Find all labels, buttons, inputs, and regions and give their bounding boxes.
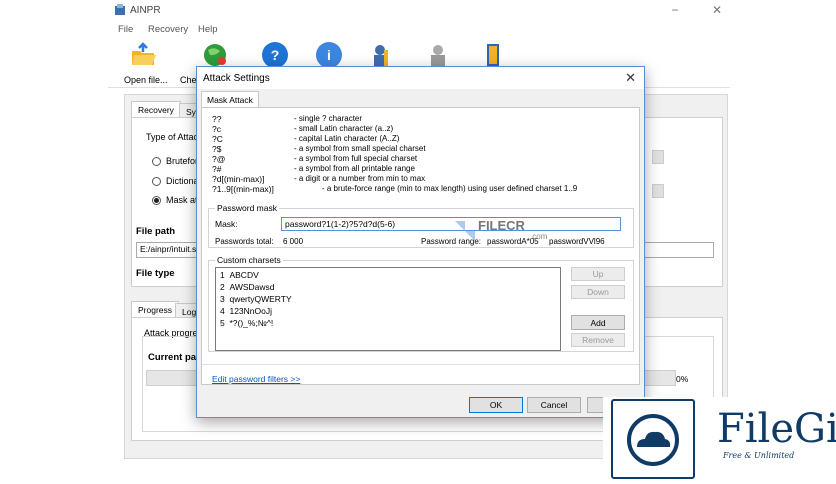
custom-charsets-title: Custom charsets [215,255,283,265]
add-button[interactable]: Add [571,315,625,330]
menu-recovery[interactable]: Recovery [148,24,188,35]
user-gray-icon [431,45,445,66]
charset-value: ABCDV [229,270,259,280]
file-path-label: File path [136,226,176,237]
charset-value: *?()_%;№^! [229,318,274,328]
radio-dot-selected [152,195,161,205]
dialog-title-bar: Attack Settings ✕ [197,67,644,89]
legend-desc: - a symbol from full special charset [294,154,418,163]
custom-charsets-group: Custom charsets 1 ABCDV 2 AWSDawsd 3 qwe… [208,255,634,352]
edit-password-filters-link[interactable]: Edit password filters >> [212,374,300,384]
user-key-icon [374,45,388,66]
list-item[interactable]: 5 *?()_%;№^! [220,318,273,328]
list-item[interactable]: 4 123NnOoJj [220,306,272,316]
side-field-1 [652,150,664,164]
menu-file[interactable]: File [118,24,133,35]
title-bar: AINPR − ✕ [108,0,730,22]
legend-key: ?c [212,124,221,134]
menu-bar: File Recovery Help [108,22,730,38]
charset-num: 5 [220,318,225,328]
info-button[interactable]: i [316,42,342,68]
passwords-total-label: Passwords total: [215,237,274,246]
attack-settings-dialog: Attack Settings ✕ Mask Attack ?? - singl… [196,66,645,418]
progress-percent: 0% [676,374,689,384]
file-path-input[interactable]: E:/ainpr/intuit.sa [136,242,200,258]
globe-icon [204,44,226,66]
legend-desc: - a digit or a number from min to max [294,174,426,183]
remove-button[interactable]: Remove [571,333,625,347]
filegit-logo-frame [611,399,695,479]
legend-key: ?@ [212,154,226,164]
charset-value: 123NnOoJj [229,306,272,316]
legend-desc: - small Latin character (a..z) [294,124,394,133]
cancel-button[interactable]: Cancel [527,397,581,413]
mask-input[interactable]: password?1(1-2)?5?d?d(5-6) [281,217,621,231]
charset-value: qwertyQWERTY [229,294,292,304]
mask-attack-panel: ?? - single ? character ?c - small Latin… [201,107,640,385]
charset-num: 1 [220,270,225,280]
legend-desc: - capital Latin character (A..Z) [294,134,400,143]
filegit-tagline: Free & Unlimited [723,451,795,460]
close-button[interactable]: ✕ [708,3,726,17]
dialog-close-button[interactable]: ✕ [625,70,636,86]
door-icon [487,44,499,66]
ok-button[interactable]: OK [469,397,523,413]
up-button[interactable]: Up [571,267,625,281]
charsets-list[interactable]: 1 ABCDV 2 AWSDawsd 3 qwertyQWERTY 4 123N… [215,267,561,351]
mask-label: Mask: [215,219,238,229]
password-range-to: passwordVVl96 [549,237,605,246]
filegit-brand: FileGit [717,406,836,452]
passwords-total-value: 6 000 [283,237,304,246]
charset-num: 3 [220,294,225,304]
help-button[interactable]: ? [262,42,288,68]
radio-dot [152,156,161,166]
legend-desc: - a brute-force range (min to max length… [322,184,578,193]
legend-key: ?C [212,134,223,144]
filecr-watermark-icon [452,218,478,244]
tab-progress[interactable]: Progress [131,301,180,318]
list-item[interactable]: 3 qwertyQWERTY [220,294,292,304]
file-type-label: File type [136,268,175,279]
legend-key: ?$ [212,144,222,154]
open-folder-icon [132,42,156,65]
filecr-watermark-sub: .com [530,232,548,241]
menu-help[interactable]: Help [198,24,218,35]
tab-mask-attack[interactable]: Mask Attack [201,91,259,108]
charset-num: 2 [220,282,225,292]
filecr-watermark: FILECR [478,218,525,233]
legend-key: ?d[(min-max)] [212,174,265,184]
legend-desc: - single ? character [294,114,363,123]
open-file-label: Open file... [124,75,168,85]
app-title: AINPR [130,5,161,16]
password-mask-title: Password mask [215,203,279,213]
legend-key: ?1..9[(min-max)] [212,184,274,194]
legend-desc: - a symbol from small special charset [294,144,426,153]
list-item[interactable]: 2 AWSDawsd [220,282,275,292]
app-logo-icon [115,4,125,15]
dialog-title: Attack Settings [203,73,270,84]
question-icon: ? [262,42,288,68]
info-icon: i [316,42,342,68]
divider [202,364,639,365]
radio-dot [152,176,161,186]
legend-desc: - a symbol from all printable range [294,164,415,173]
charset-value: AWSDawsd [229,282,275,292]
legend-key: ?? [212,114,222,124]
charset-num: 4 [220,306,225,316]
attack-type-label: Type of Attack [146,132,203,142]
cloud-lock-icon [627,414,679,466]
down-button[interactable]: Down [571,285,625,299]
filegit-watermark: FileGit Free & Unlimited [603,397,836,484]
side-field-2 [652,184,664,198]
list-item[interactable]: 1 ABCDV [220,270,259,280]
legend-key: ?# [212,164,222,174]
open-file-button[interactable]: Open file... [124,42,168,85]
password-mask-group: Password mask Mask: password?1(1-2)?5?d?… [208,203,634,248]
minimize-button[interactable]: − [666,3,684,17]
tab-recovery[interactable]: Recovery [131,101,181,118]
